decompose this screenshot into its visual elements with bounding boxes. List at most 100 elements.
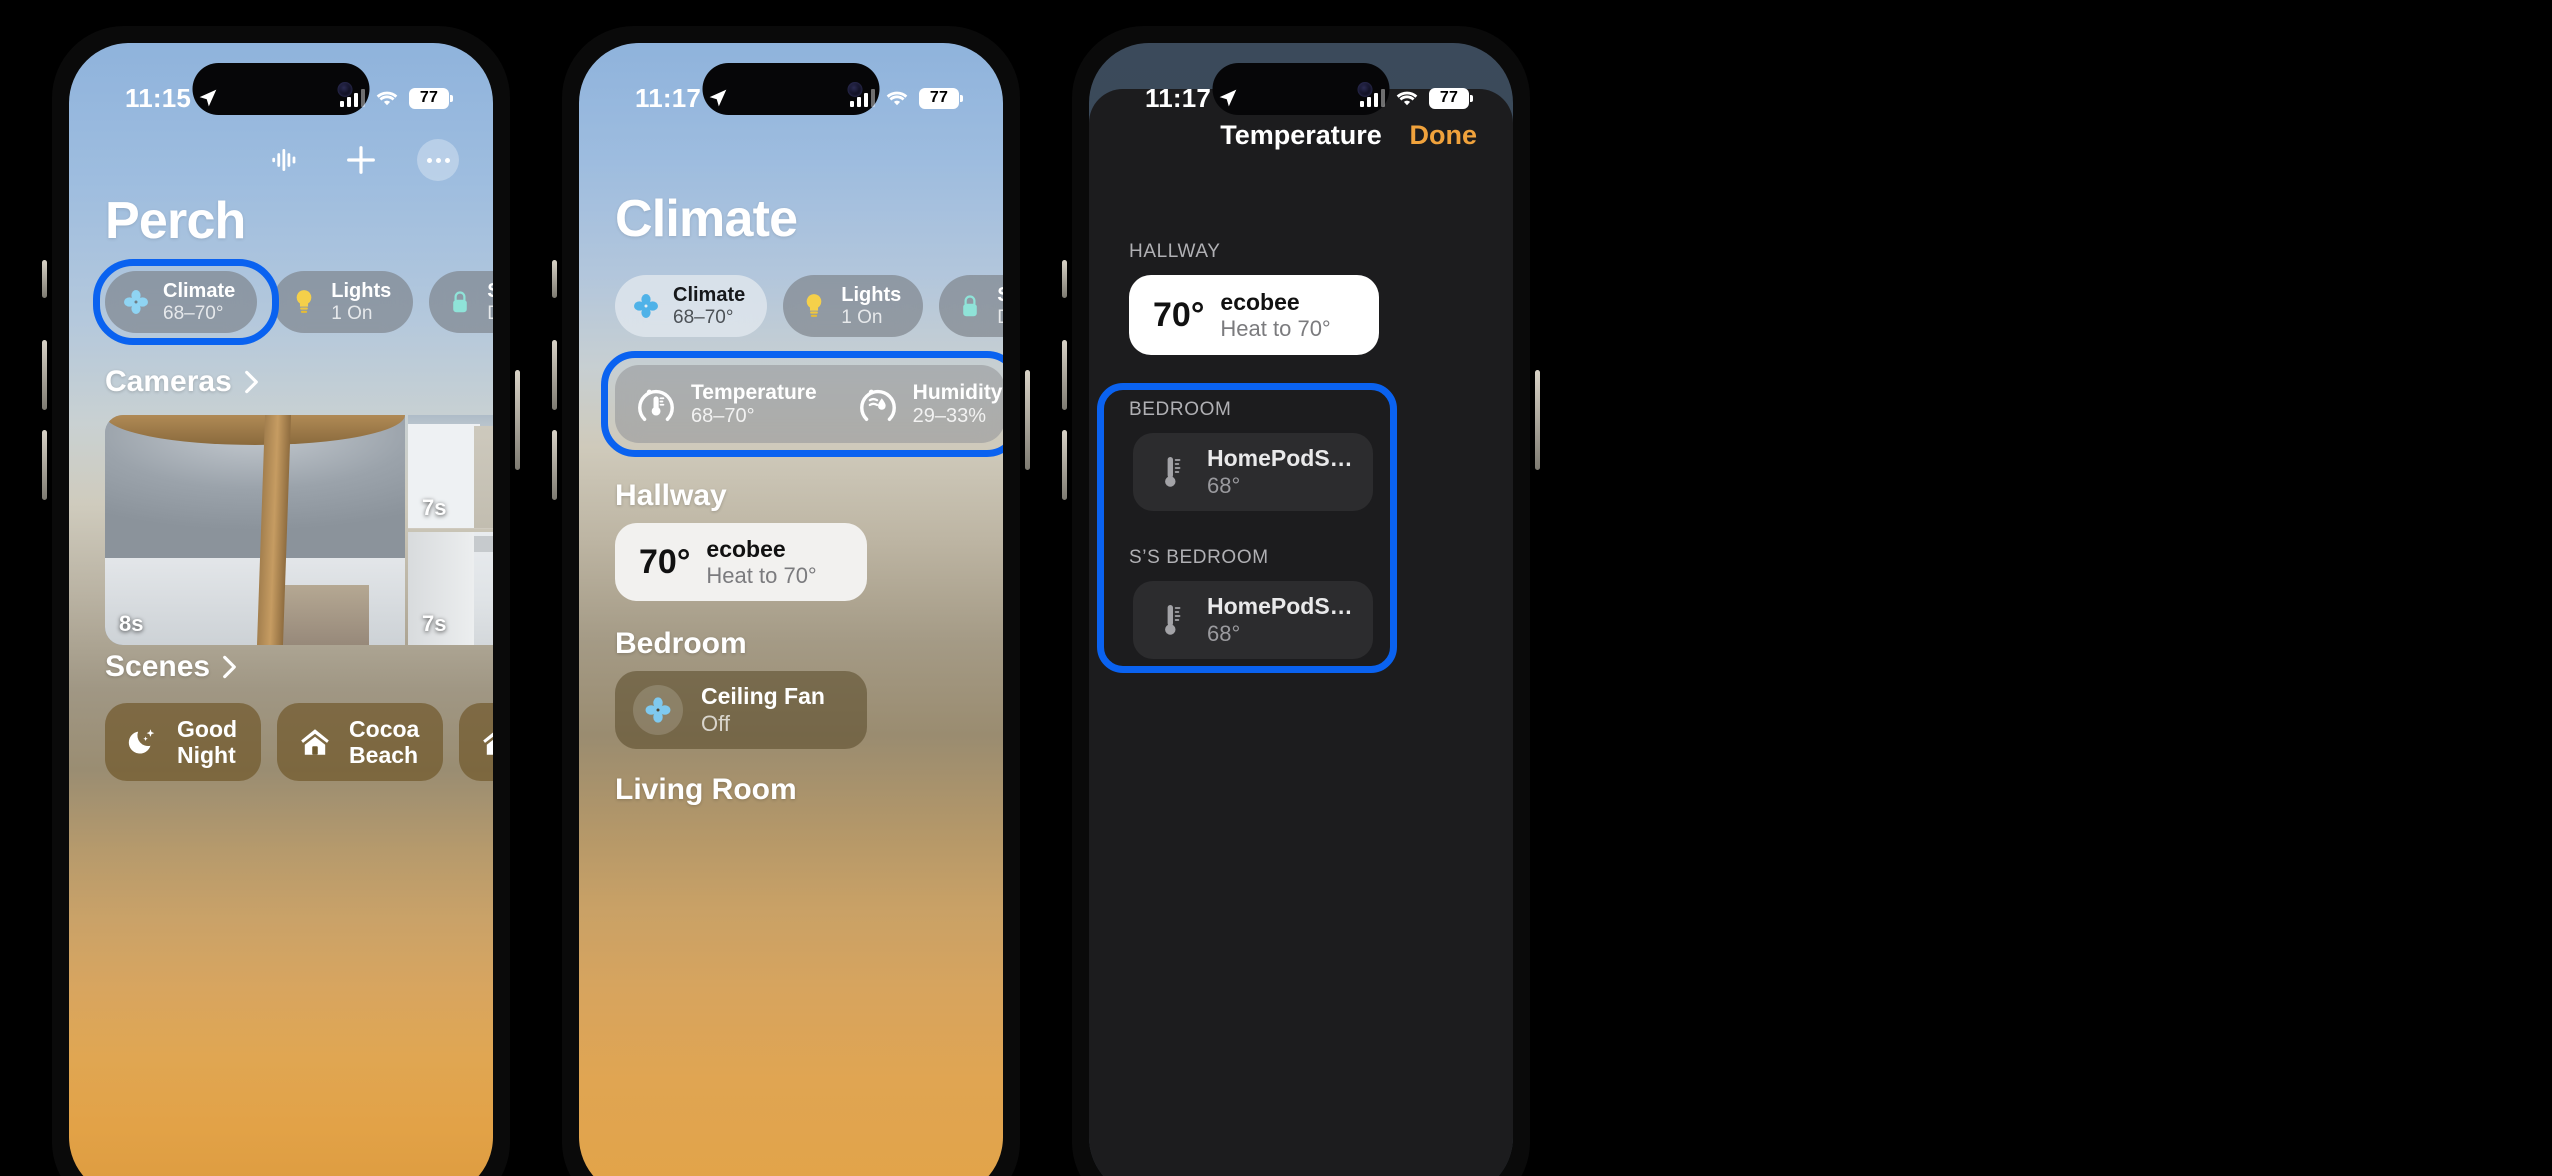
scenes-section-header[interactable]: Scenes <box>105 650 237 684</box>
signal-bars-icon <box>1359 89 1385 107</box>
camera-tile[interactable]: 8s <box>105 415 405 645</box>
chip-value: 1 On <box>331 302 373 324</box>
sensor-value: 29–33% <box>912 404 987 427</box>
cameras-section-header[interactable]: Cameras <box>105 365 259 399</box>
temperature-gauge-icon <box>638 389 674 421</box>
device-ecobee[interactable]: 70° ecobee Heat to 70° <box>1129 275 1379 355</box>
camera-tile[interactable]: 7s <box>408 415 493 529</box>
house-icon <box>297 724 333 760</box>
lightbulb-icon <box>799 290 829 322</box>
scene-label: Good Night <box>177 715 238 768</box>
camera-tile[interactable]: 7s <box>408 531 493 645</box>
phone-1: 11:15 77 Perch Climate 68–70° Lights 1 O… <box>42 20 520 1176</box>
plus-icon[interactable] <box>341 140 381 180</box>
chip-climate[interactable]: Climate 68–70° <box>105 271 258 333</box>
phone-1-content: Perch Climate 68–70° Lights 1 On Cameras… <box>69 43 493 1176</box>
chip-label: Climate <box>163 280 236 303</box>
thermometer-icon <box>1165 457 1181 487</box>
scene-good-night[interactable]: Good Night <box>105 703 262 781</box>
page-title: Climate <box>615 190 798 248</box>
scenes-label: Scenes <box>105 650 211 683</box>
screenshot-stage: 11:15 77 Perch Climate 68–70° Lights 1 O… <box>0 0 2552 1176</box>
device-name: ecobee <box>1220 288 1300 315</box>
sensor-value: 68–70° <box>691 404 755 427</box>
accessory-ecobee[interactable]: 70° ecobee Heat to 70° <box>615 523 867 601</box>
accessory-name: Ceiling Fan <box>701 683 825 710</box>
chip-label: Security <box>997 284 1003 306</box>
chip-security[interactable]: Security Disarmed <box>939 275 1003 337</box>
lock-icon <box>445 286 475 318</box>
camera-age-label: 7s <box>422 494 447 520</box>
category-chips-1: Climate 68–70° Lights 1 On <box>105 271 493 333</box>
scene-next[interactable] <box>459 703 493 781</box>
group-header-s-bedroom: S’S BEDROOM <box>1129 547 1269 568</box>
accessory-state: Heat to 70° <box>706 562 817 588</box>
humidity-gauge-icon <box>859 389 896 421</box>
accessory-state: Off <box>701 710 730 736</box>
thermometer-icon <box>1165 605 1181 635</box>
sensor-summary-pill: Temperature 68–70° Humidity 29–33% <box>615 365 1003 443</box>
bedroom-section-header: Bedroom <box>615 627 747 661</box>
section-label: Living Room <box>615 773 797 806</box>
accessory-name: ecobee <box>706 535 786 562</box>
sensor-label: Temperature <box>691 380 817 404</box>
scenes-row: Good Night Cocoa Beach <box>105 703 493 781</box>
section-label: Hallway <box>615 479 727 512</box>
camera-age-label: 8s <box>119 611 144 636</box>
fan-icon <box>631 290 661 322</box>
scene-cocoa-beach[interactable]: Cocoa Beach <box>277 703 444 781</box>
device-name: HomePodS… <box>1207 593 1353 619</box>
living-room-section-header: Living Room <box>615 773 797 807</box>
fan-icon <box>633 685 683 735</box>
sensor-label: Humidity <box>912 380 1003 404</box>
device-state: 68° <box>1207 472 1241 498</box>
phone-bezel: 11:15 77 Perch Climate 68–70° Lights 1 O… <box>46 20 516 1176</box>
chip-climate[interactable]: Climate 68–70° <box>615 275 768 337</box>
status-bar-1: 11:15 77 <box>69 43 493 131</box>
accessory-ceiling-fan[interactable]: Ceiling Fan Off <box>615 671 867 749</box>
device-homepod-s-bedroom[interactable]: HomePodS… 68° <box>1133 581 1373 659</box>
status-time: 11:17 <box>1145 82 1212 113</box>
chip-value: Disarmed <box>997 307 1003 328</box>
waveform-icon[interactable] <box>265 140 305 180</box>
status-bar-3: 11:17 77 <box>1089 43 1513 131</box>
scene-label: Cocoa Beach <box>349 715 420 768</box>
phone-2: 11:17 77 Climate Climate 68–70° Lights 1… <box>552 20 1030 1176</box>
chip-value: 68–70° <box>673 306 734 328</box>
chip-security[interactable]: Security Disarmed <box>429 271 493 333</box>
battery-indicator: 77 <box>409 87 453 109</box>
more-ellipsis-icon[interactable] <box>417 139 459 181</box>
device-state: Heat to 70° <box>1220 315 1331 341</box>
wifi-icon <box>376 91 398 106</box>
location-arrow-icon <box>1219 89 1237 107</box>
temperature-sheet: Temperature Done HALLWAY 70° ecobee Heat… <box>1089 89 1513 1176</box>
chip-label: Lights <box>841 284 902 307</box>
house-icon <box>479 724 493 760</box>
status-time: 11:17 <box>635 82 702 113</box>
status-bar-2: 11:17 77 <box>579 43 1003 131</box>
battery-indicator: 77 <box>1429 87 1473 109</box>
group-header-hallway: HALLWAY <box>1129 241 1221 262</box>
sensor-humidity[interactable]: Humidity 29–33% <box>837 381 1003 428</box>
lightbulb-icon <box>289 286 319 318</box>
moon-stars-icon <box>125 724 161 760</box>
lock-icon <box>955 290 985 322</box>
chip-lights[interactable]: Lights 1 On <box>783 275 924 337</box>
fan-icon <box>121 286 151 318</box>
group-header-bedroom: BEDROOM <box>1129 399 1232 420</box>
wifi-icon <box>1396 91 1418 106</box>
chip-lights[interactable]: Lights 1 On <box>273 271 414 333</box>
wifi-icon <box>886 91 908 106</box>
accessory-temp: 70° <box>639 542 691 581</box>
location-arrow-icon <box>709 89 727 107</box>
device-state: 68° <box>1207 620 1241 646</box>
chip-label: Climate <box>673 284 746 307</box>
device-homepod-bedroom[interactable]: HomePodS… 68° <box>1133 433 1373 511</box>
device-name: HomePodS… <box>1207 445 1353 471</box>
sensor-temperature[interactable]: Temperature 68–70° <box>615 381 837 428</box>
phone-1-screen: 11:15 77 Perch Climate 68–70° Lights 1 O… <box>69 43 493 1176</box>
chip-label: Security <box>487 280 493 302</box>
section-label: Bedroom <box>615 627 747 660</box>
device-temp: 70° <box>1153 295 1205 334</box>
chip-value: 68–70° <box>163 302 224 324</box>
